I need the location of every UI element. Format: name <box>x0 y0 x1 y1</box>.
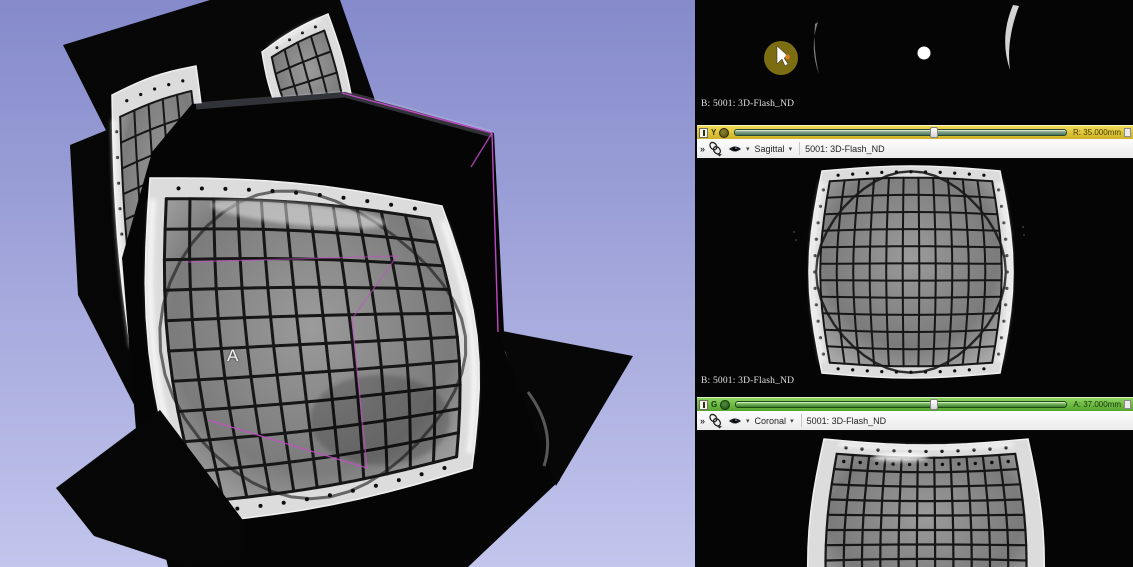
application-window: A B: 5001: 3D-Flash_ND Y R: 35. <box>0 0 1133 567</box>
chevron-down-icon: ▾ <box>789 145 793 153</box>
visibility-eye-button[interactable] <box>727 144 743 154</box>
slice-offset-value: R: 35.000mm <box>1072 128 1122 137</box>
slice-visibility-icon[interactable] <box>720 400 730 410</box>
visibility-dropdown-button[interactable]: ▾ <box>746 145 750 153</box>
visibility-eye-button[interactable] <box>727 416 743 426</box>
coronal-toolbar: » ▾ Coronal ▾ <box>697 411 1133 431</box>
slice-image-sagittal <box>697 159 1133 397</box>
3d-scene <box>0 0 695 567</box>
orientation-value: Sagittal <box>755 144 785 154</box>
pin-button[interactable] <box>699 128 708 138</box>
visibility-dropdown-button[interactable]: ▾ <box>746 417 750 425</box>
slice-offset-value: A: 37.000mm <box>1072 400 1122 409</box>
toolbar-separator <box>799 142 800 155</box>
orientation-selector[interactable]: Sagittal ▾ <box>753 144 795 154</box>
chevron-down-icon: ▾ <box>790 417 794 425</box>
chain-link-icon <box>708 413 723 429</box>
slice-view-coronal[interactable] <box>697 431 1133 567</box>
slice-view-top[interactable]: B: 5001: 3D-Flash_ND <box>697 0 1133 125</box>
toolbar-separator <box>801 414 802 427</box>
sagittal-controller-bar: Y R: 35.000mm <box>697 125 1133 139</box>
sagittal-offset-slider[interactable] <box>734 129 1067 136</box>
chain-link-icon <box>708 141 723 157</box>
slice-view-letter: G <box>710 401 718 409</box>
volume-selector[interactable]: 5001: 3D-Flash_ND <box>807 416 887 426</box>
sagittal-offset-slider-handle[interactable] <box>930 127 938 138</box>
orientation-value: Coronal <box>755 416 787 426</box>
link-views-button[interactable] <box>707 141 724 157</box>
link-views-button[interactable] <box>707 413 724 429</box>
eye-icon <box>728 144 742 154</box>
eye-icon <box>728 416 742 426</box>
slice-view-sagittal[interactable]: B: 5001: 3D-Flash_ND <box>697 159 1133 397</box>
orientation-selector[interactable]: Coronal ▾ <box>753 416 796 426</box>
coronal-controller-bar: G A: 37.000mm <box>697 397 1133 411</box>
cursor-accent-dot <box>785 55 790 60</box>
slice-panel-column: B: 5001: 3D-Flash_ND Y R: 35.000mm » <box>697 0 1133 567</box>
orientation-label-anterior: A <box>227 346 238 366</box>
pin-button[interactable] <box>699 400 708 410</box>
slider-end-chip[interactable] <box>1124 128 1131 137</box>
volume-corner-label: B: 5001: 3D-Flash_ND <box>701 376 794 386</box>
volume-corner-label: B: 5001: 3D-Flash_ND <box>701 99 794 109</box>
expand-controller-button[interactable]: » <box>700 416 704 426</box>
slice-view-letter: Y <box>710 129 717 137</box>
fiducial-dot <box>918 47 931 60</box>
coronal-offset-slider-handle[interactable] <box>930 399 938 410</box>
3d-viewport[interactable]: A <box>0 0 697 567</box>
slider-end-chip[interactable] <box>1124 400 1131 409</box>
expand-controller-button[interactable]: » <box>700 144 704 154</box>
coronal-offset-slider[interactable] <box>735 401 1067 408</box>
volume-selector[interactable]: 5001: 3D-Flash_ND <box>805 144 885 154</box>
slice-image-coronal <box>697 431 1133 567</box>
sagittal-toolbar: » ▾ Sagittal ▾ <box>697 139 1133 159</box>
slice-visibility-icon[interactable] <box>719 128 729 138</box>
